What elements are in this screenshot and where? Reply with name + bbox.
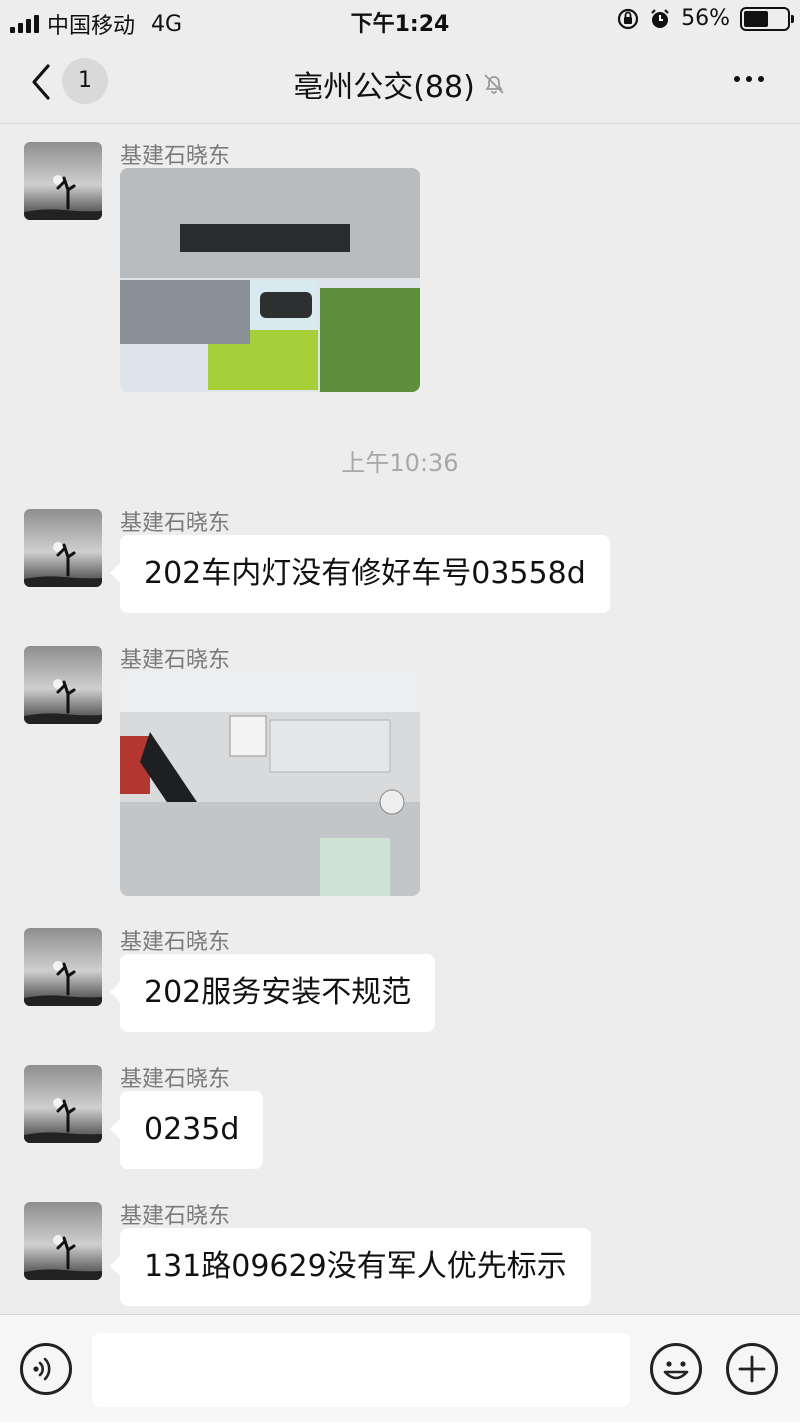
chat-title-text: 亳州公交(88) [293,70,475,105]
more-dots-icon[interactable] [734,76,764,82]
sender-name: 基建石晓东 [120,1204,231,1229]
message-bubble[interactable]: 131路09629没有军人优先标示 [110,1228,591,1306]
alarm-icon [651,8,669,28]
avatar-silhouette-icon [24,679,102,724]
rotation-lock-icon [617,8,639,29]
status-bar: 中国移动 4G 下午1:24 56% [0,0,800,40]
battery-icon [740,6,794,31]
avatar[interactable] [24,1065,102,1143]
battery-percent: 56% [681,6,730,31]
battery-fill [744,10,768,27]
avatar-silhouette-icon [24,961,102,1006]
message-bubble[interactable]: 0235d [109,1091,264,1169]
chat-title: 亳州公交(88) [0,62,800,106]
avatar-silhouette-icon [24,175,102,220]
photo-message[interactable] [120,672,420,896]
sender-name: 基建石晓东 [120,1067,231,1092]
avatar-silhouette-icon [24,1235,102,1280]
bell-slash-icon [484,74,504,94]
emoji-icon[interactable] [650,1343,702,1395]
avatar-silhouette-icon [24,1098,102,1143]
plus-icon[interactable] [726,1343,778,1395]
message-input[interactable] [92,1333,630,1407]
avatar[interactable] [24,1202,102,1280]
avatar[interactable] [24,928,102,1006]
sender-name: 基建石晓东 [120,144,231,169]
avatar[interactable] [24,142,102,220]
sender-name: 基建石晓东 [120,648,231,673]
message-bubble[interactable]: 202服务安装不规范 [109,954,436,1032]
sender-name: 基建石晓东 [120,511,231,536]
avatar[interactable] [24,646,102,724]
input-bar [0,1314,800,1422]
nav-bar: 1 亳州公交(88) [0,40,800,124]
avatar[interactable] [24,509,102,587]
status-right: 56% [617,6,794,31]
voice-icon[interactable] [20,1343,72,1395]
photo-message[interactable] [120,168,420,392]
timestamp: 上午10:36 [341,449,459,477]
message-bubble[interactable]: 202车内灯没有修好车号03558d [110,535,610,613]
sender-name: 基建石晓东 [120,930,231,955]
avatar-silhouette-icon [24,542,102,587]
